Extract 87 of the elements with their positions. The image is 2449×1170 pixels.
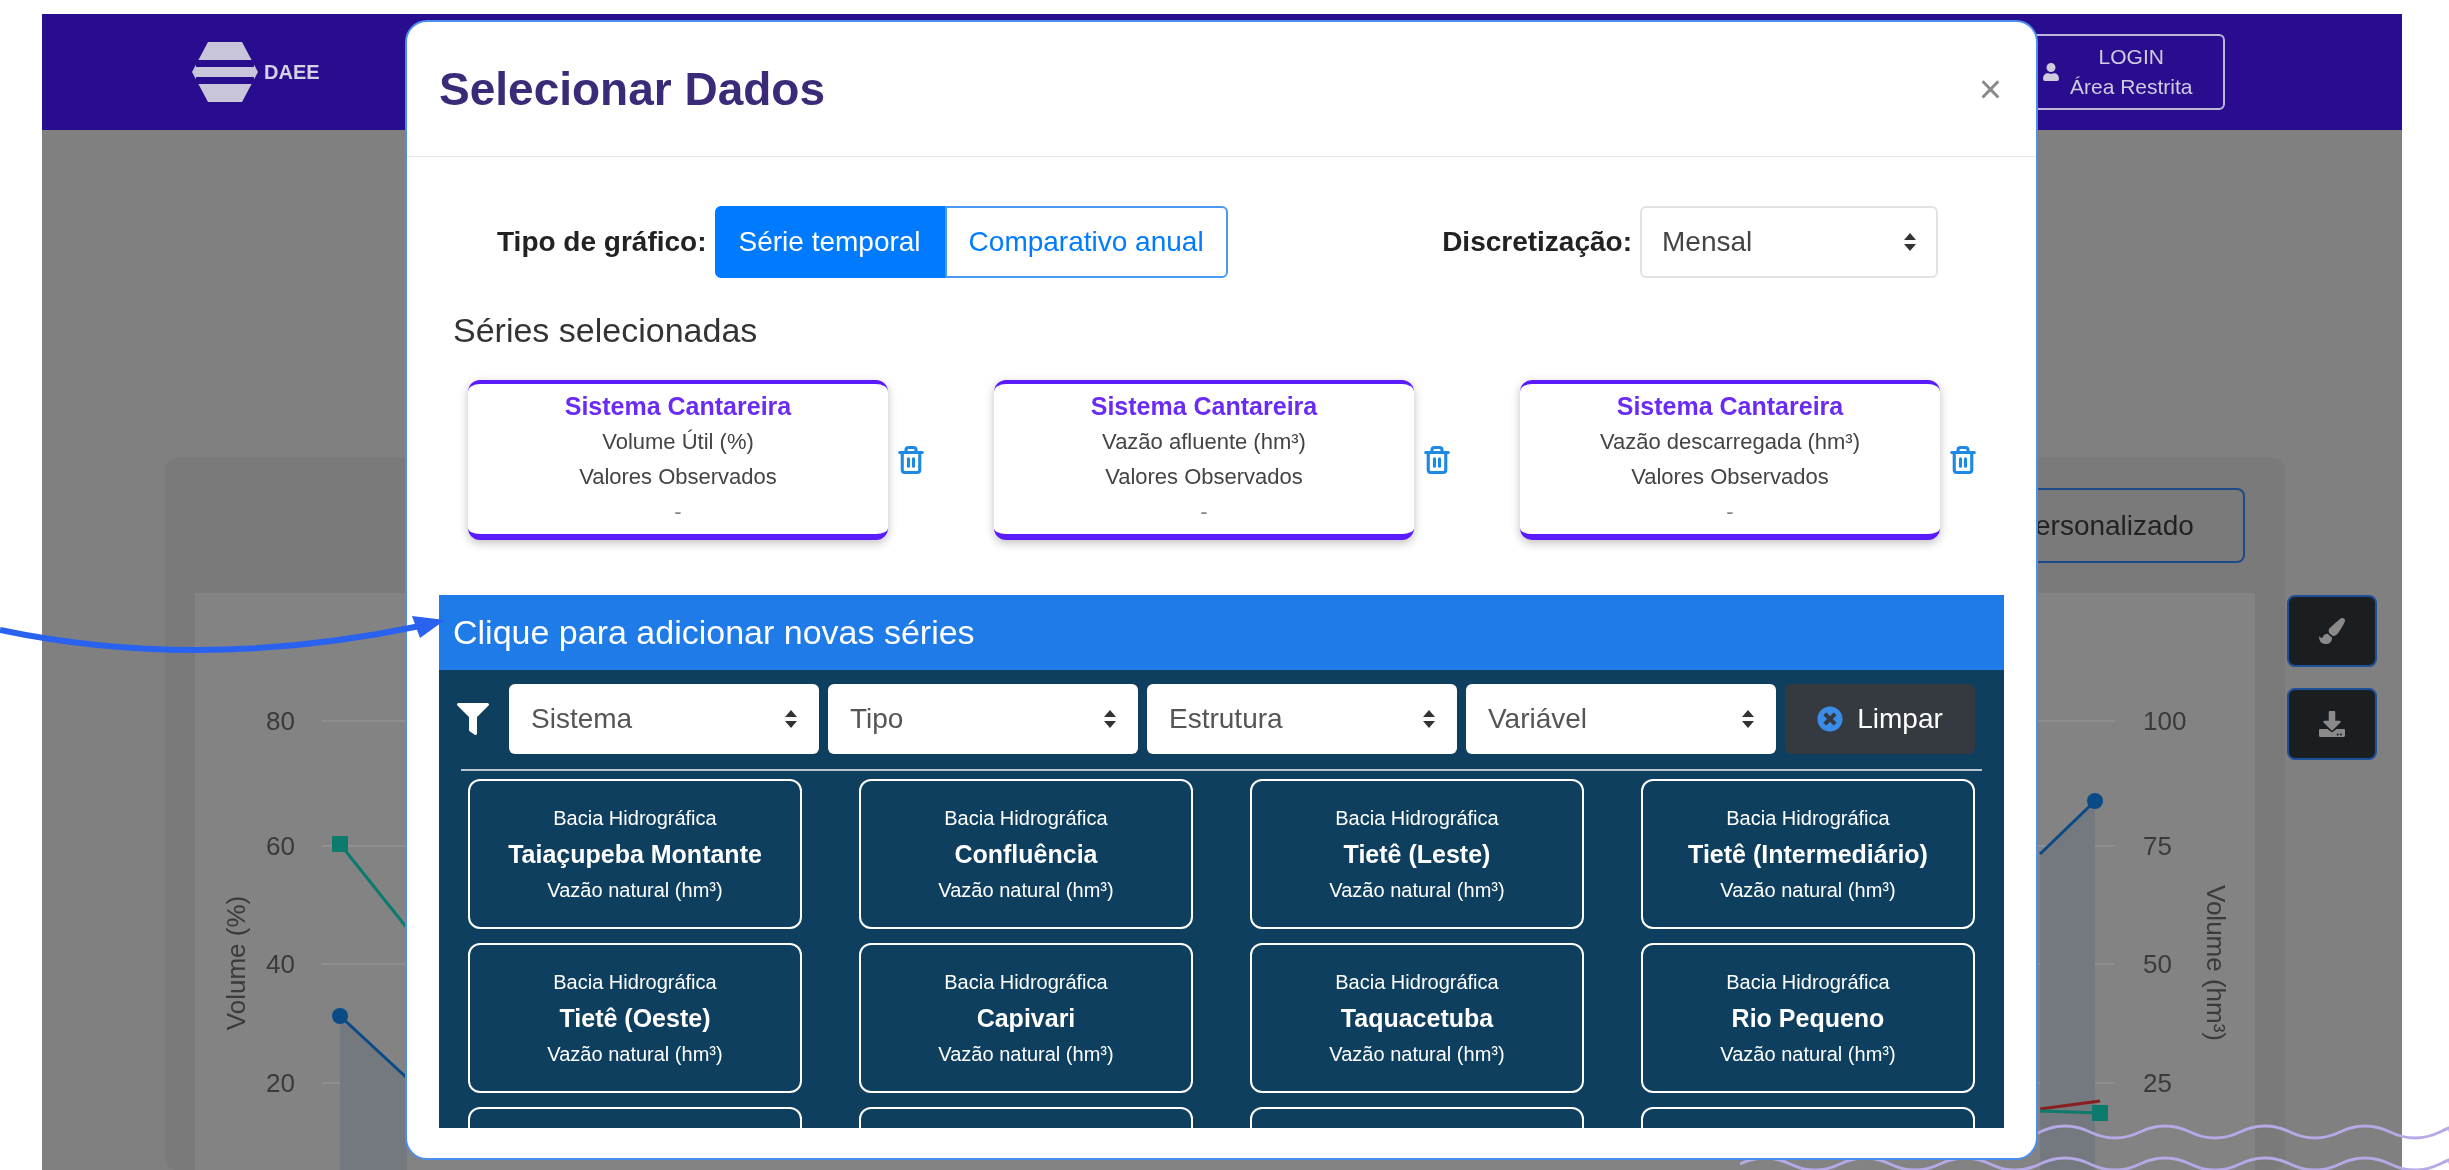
dialog-title: Selecionar Dados [439, 61, 826, 117]
chart-type-toggle[interactable]: Comparativo anual [944, 206, 1228, 278]
section-heading: Séries selecionadas [453, 310, 759, 351]
option-category: Bacia Hidrográfica [1335, 806, 1499, 831]
option-category: Bacia Hidrográfica [944, 970, 1108, 995]
filter-icon [457, 703, 489, 735]
series-variable: Vazão descarregada (hm³) [1599, 428, 1860, 456]
option-name: Confluência [954, 839, 1098, 870]
series-option-card[interactable]: Bacia Hidrográfica Tietê (Leste) Vazão natural (hm³) [1250, 779, 1584, 929]
option-variable: Vazão natural (hm³) [1329, 1042, 1505, 1067]
series-option-card[interactable]: Bacia Hidrográfica Rio Pequeno Vazão natural (hm³) [1641, 943, 1975, 1093]
sort-caret-icon [1423, 710, 1435, 728]
series-title: Sistema Cantareira [1616, 391, 1844, 422]
add-series-bar[interactable]: Clique para adicionar novas séries [439, 595, 2004, 670]
series-option-card[interactable]: Bacia Hidrográfica Capivari Vazão natural (hm³) [859, 943, 1193, 1093]
logo-icon [190, 40, 260, 104]
filter-select[interactable]: Tipo [828, 684, 1138, 754]
series-source: Valores Observados [579, 463, 777, 491]
option-name: Taquacetuba [1340, 1003, 1494, 1034]
line-series [2039, 1105, 2108, 1121]
option-category: Bacia Hidrográfica [553, 806, 717, 831]
series-period: - [1200, 498, 1208, 526]
series-variable: Volume Útil (%) [602, 428, 754, 456]
sort-caret-icon [1742, 710, 1754, 728]
download-button[interactable] [2287, 688, 2377, 760]
option-category: Bacia Hidrográfica [553, 970, 717, 995]
sort-caret-icon [785, 710, 797, 728]
line-series [2038, 793, 2103, 856]
chart-type-toggle[interactable]: Série temporal [714, 206, 945, 278]
series-period: - [674, 498, 682, 526]
series-source: Valores Observados [1105, 463, 1303, 491]
option-category: Bacia Hidrográfica [1726, 970, 1890, 995]
axis-title: Volume (%) [221, 895, 251, 1031]
field-label: Discretização: [1442, 225, 1632, 259]
series-title: Sistema Cantareira [1090, 391, 1318, 422]
option-variable: Vazão natural (hm³) [938, 1042, 1114, 1067]
option-name: Tietê (Oeste) [559, 1003, 711, 1034]
axis-tick-label: 40 [266, 949, 295, 979]
option-variable: Vazão natural (hm³) [1720, 1042, 1896, 1067]
series-title: Sistema Cantareira [564, 391, 792, 422]
sort-caret-icon [1104, 710, 1116, 728]
download-icon [2319, 711, 2345, 737]
axis-title: Volume (hm³) [2201, 885, 2231, 1041]
option-variable: Vazão natural (hm³) [938, 878, 1114, 903]
series-option-card[interactable]: Bacia Hidrográfica Tietê (Oeste) Vazão natural (hm³) [468, 943, 802, 1093]
clear-icon [1817, 706, 1844, 732]
delete-icon[interactable] [1948, 445, 1978, 475]
discretization-select[interactable]: Mensal [1640, 206, 1938, 278]
axis-tick-label: 60 [266, 831, 295, 861]
filter-select[interactable]: Estrutura [1147, 684, 1457, 754]
option-variable: Vazão natural (hm³) [547, 1042, 723, 1067]
series-period: - [1726, 498, 1734, 526]
option-variable: Vazão natural (hm³) [1329, 878, 1505, 903]
axis-tick-label: 80 [266, 706, 295, 736]
option-name: Capivari [976, 1003, 1076, 1034]
option-name: Taiaçupeba Montante [508, 839, 762, 870]
filter-select[interactable]: Sistema [509, 684, 819, 754]
option-variable: Vazão natural (hm³) [547, 878, 723, 903]
filter-select[interactable]: Variável [1466, 684, 1776, 754]
axis-tick-label: 75 [2143, 831, 2172, 861]
user-icon [2042, 63, 2060, 81]
delete-icon[interactable] [1422, 445, 1452, 475]
delete-icon[interactable] [896, 445, 926, 475]
axis-tick-label: 100 [2143, 706, 2187, 736]
axis-tick-label: 25 [2143, 1068, 2172, 1098]
line-series [2039, 1099, 2101, 1111]
axis-tick-label: 50 [2143, 949, 2172, 979]
sort-caret-icon [1904, 233, 1916, 251]
option-category: Bacia Hidrográfica [944, 806, 1108, 831]
option-name: Rio Pequeno [1731, 1003, 1885, 1034]
series-option-card[interactable]: Bacia Hidrográfica Tietê (Intermediário) Vazão natural (hm³) [1641, 779, 1975, 929]
logo-text: DAEE [264, 60, 320, 85]
option-variable: Vazão natural (hm³) [1720, 878, 1896, 903]
series-option-card[interactable]: Bacia Hidrográfica Taiaçupeba Montante Vazão natural (hm³) [468, 779, 802, 929]
clear-button[interactable]: Limpar [1785, 684, 1975, 754]
field-label: Tipo de gráfico: [497, 225, 707, 259]
brush-icon [2319, 618, 2345, 644]
series-option-card[interactable]: Bacia Hidrográfica Taquacetuba Vazão natural (hm³) [1250, 943, 1584, 1093]
option-category: Bacia Hidrográfica [1726, 806, 1890, 831]
series-variable: Vazão afluente (hm³) [1102, 428, 1306, 456]
series-option-card[interactable]: Bacia Hidrográfica Confluência Vazão natural (hm³) [859, 779, 1193, 929]
option-category: Bacia Hidrográfica [1335, 970, 1499, 995]
option-name: Tietê (Leste) [1343, 839, 1491, 870]
series-source: Valores Observados [1631, 463, 1829, 491]
brush-button[interactable] [2287, 595, 2377, 667]
option-name: Tietê (Intermediário) [1688, 839, 1928, 870]
axis-tick-label: 20 [266, 1068, 295, 1098]
